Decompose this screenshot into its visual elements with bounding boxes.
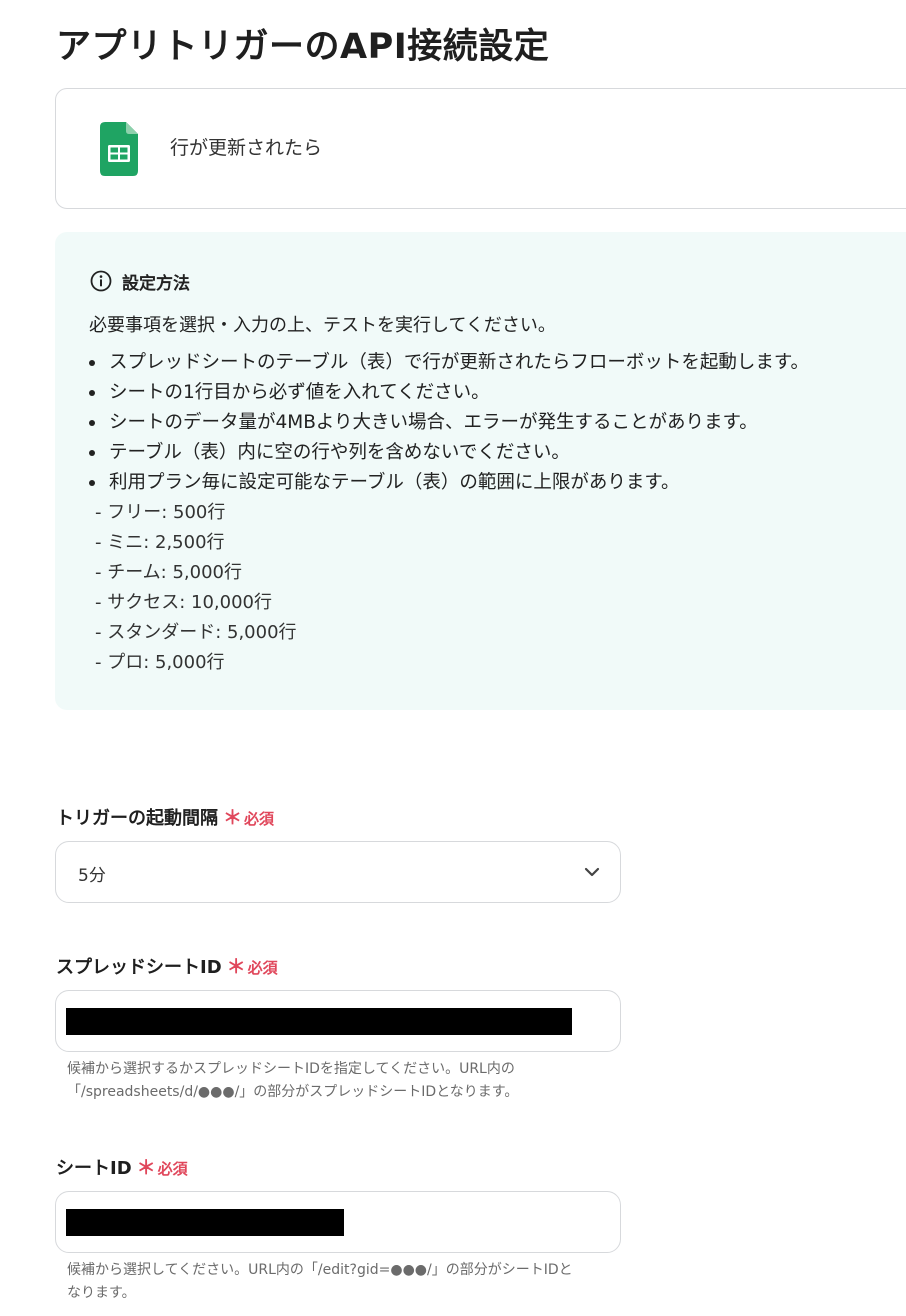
redacted-value [66, 1008, 572, 1035]
sheet-id-label: シートID ＊ 必須 [56, 1153, 188, 1180]
info-bullet: テーブル（表）内に空の行や列を含めないでください。 [89, 438, 809, 468]
required-badge: 必須 [244, 810, 275, 828]
required-badge: 必須 [157, 1160, 188, 1178]
plan-limit-item: - プロ: 5,000行 [95, 652, 225, 673]
trigger-name: 行が更新されたら [170, 137, 323, 159]
plan-limit-item: - フリー: 500行 [95, 502, 226, 523]
app-trigger-settings-page: アプリトリガーのAPI接続設定 行が更新されたら 設定方法 必要事項を選択・入力… [0, 0, 906, 1316]
sheet-id-help-line: なります。 [67, 1285, 136, 1301]
info-bullet: 利用プラン毎に設定可能なテーブル（表）の範囲に上限があります。 [89, 468, 809, 498]
required-asterisk: ＊ [136, 1157, 156, 1179]
required-asterisk: ＊ [223, 807, 243, 829]
required-asterisk: ＊ [226, 956, 246, 978]
spreadsheet-id-label-text: スプレッドシートID [56, 957, 222, 978]
google-sheets-icon [100, 122, 138, 176]
interval-label-text: トリガーの起動間隔 [56, 808, 218, 829]
info-icon [90, 270, 112, 292]
info-intro: 必要事項を選択・入力の上、テストを実行してください。 [89, 315, 556, 336]
trigger-card: 行が更新されたら [55, 88, 906, 209]
sheet-id-input[interactable] [55, 1191, 621, 1253]
sheet-id-label-text: シートID [56, 1158, 132, 1179]
page-title: アプリトリガーのAPI接続設定 [56, 27, 550, 67]
spreadsheet-id-help: 候補から選択するかスプレッドシートIDを指定してください。URL内の 「/spr… [67, 1058, 518, 1104]
spreadsheet-id-help-line: 「/spreadsheets/d/●●●/」の部分がスプレッドシートIDとなりま… [67, 1084, 519, 1100]
info-header: 設定方法 [90, 269, 190, 294]
info-bullet: スプレッドシートのテーブル（表）で行が更新されたらフローボットを起動します。 [89, 348, 809, 378]
interval-label: トリガーの起動間隔 ＊ 必須 [56, 803, 274, 830]
redacted-value [66, 1209, 344, 1236]
plan-limit-item: - チーム: 5,000行 [95, 562, 242, 583]
spreadsheet-id-label: スプレッドシートID ＊ 必須 [56, 952, 278, 979]
info-title: 設定方法 [122, 273, 190, 294]
info-bullet: シートのデータ量が4MBより大きい場合、エラーが発生することがあります。 [89, 408, 809, 438]
chevron-down-icon [584, 867, 600, 877]
plan-limit-item: - スタンダード: 5,000行 [95, 622, 297, 643]
plan-limit-item: - サクセス: 10,000行 [95, 592, 272, 613]
plan-limit-list: - フリー: 500行 - ミニ: 2,500行 - チーム: 5,000行 -… [95, 498, 297, 678]
sheet-id-help: 候補から選択してください。URL内の「/edit?gid=●●●/」の部分がシー… [67, 1259, 573, 1305]
sheet-id-help-line: 候補から選択してください。URL内の「/edit?gid=●●●/」の部分がシー… [67, 1262, 573, 1278]
info-bullet: シートの1行目から必ず値を入れてください。 [89, 378, 809, 408]
required-badge: 必須 [247, 959, 278, 977]
spreadsheet-id-help-line: 候補から選択するかスプレッドシートIDを指定してください。URL内の [67, 1061, 515, 1077]
interval-select[interactable]: 5分 [55, 841, 621, 903]
plan-limit-item: - ミニ: 2,500行 [95, 532, 225, 553]
info-bullet-list: スプレッドシートのテーブル（表）で行が更新されたらフローボットを起動します。 シ… [89, 348, 809, 498]
spreadsheet-id-input[interactable] [55, 990, 621, 1052]
setup-instructions-box: 設定方法 必要事項を選択・入力の上、テストを実行してください。 スプレッドシート… [55, 232, 906, 710]
interval-select-value: 5分 [78, 866, 106, 886]
